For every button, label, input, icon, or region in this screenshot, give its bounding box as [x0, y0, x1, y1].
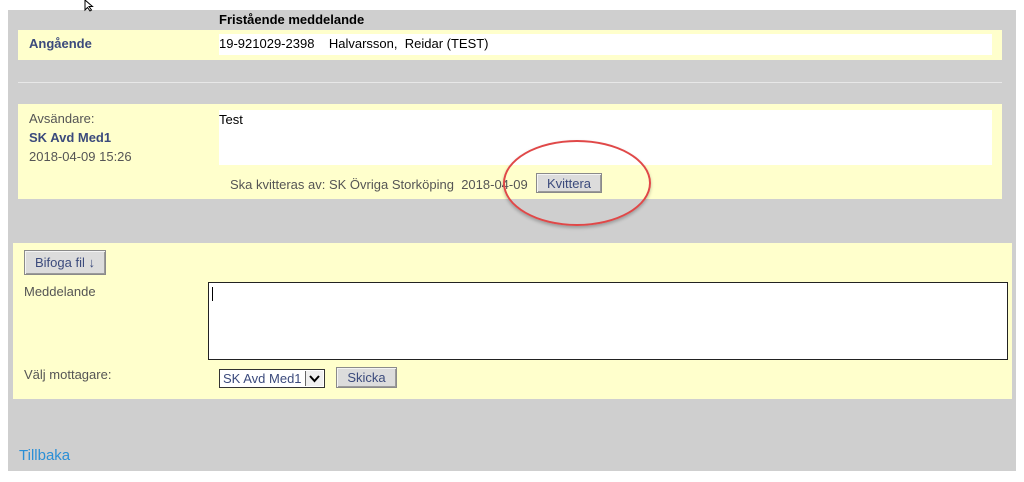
message-body: Test	[219, 112, 243, 127]
regarding-value: 19-921029-2398 Halvarsson, Reidar (TEST)	[219, 36, 489, 51]
sender-label: Avsändare:	[29, 111, 95, 126]
ack-text: Ska kvitteras av: SK Övriga Storköping 2…	[230, 177, 528, 192]
acknowledge-button[interactable]: Kvittera	[536, 173, 602, 193]
recipient-selected: SK Avd Med1	[223, 371, 302, 386]
back-link[interactable]: Tillbaka	[19, 447, 70, 464]
message-input[interactable]	[208, 282, 1008, 360]
page-title: Fristående meddelande	[219, 12, 365, 27]
sender-name: SK Avd Med1	[29, 130, 112, 145]
chevron-down-icon[interactable]	[305, 371, 323, 386]
send-button[interactable]: Skicka	[336, 367, 397, 388]
regarding-label: Angående	[29, 36, 92, 51]
attach-file-button[interactable]: Bifoga fil ↓	[24, 250, 106, 275]
sender-date: 2018-04-09 15:26	[29, 149, 132, 164]
text-caret	[212, 287, 213, 301]
mouse-cursor-icon	[84, 0, 94, 12]
content-frame	[8, 10, 1016, 471]
recipient-select[interactable]: SK Avd Med1	[219, 369, 325, 388]
message-label: Meddelande	[24, 284, 96, 299]
divider	[18, 82, 1002, 83]
message-body-box	[219, 110, 992, 165]
recipient-label: Välj mottagare:	[24, 367, 112, 382]
